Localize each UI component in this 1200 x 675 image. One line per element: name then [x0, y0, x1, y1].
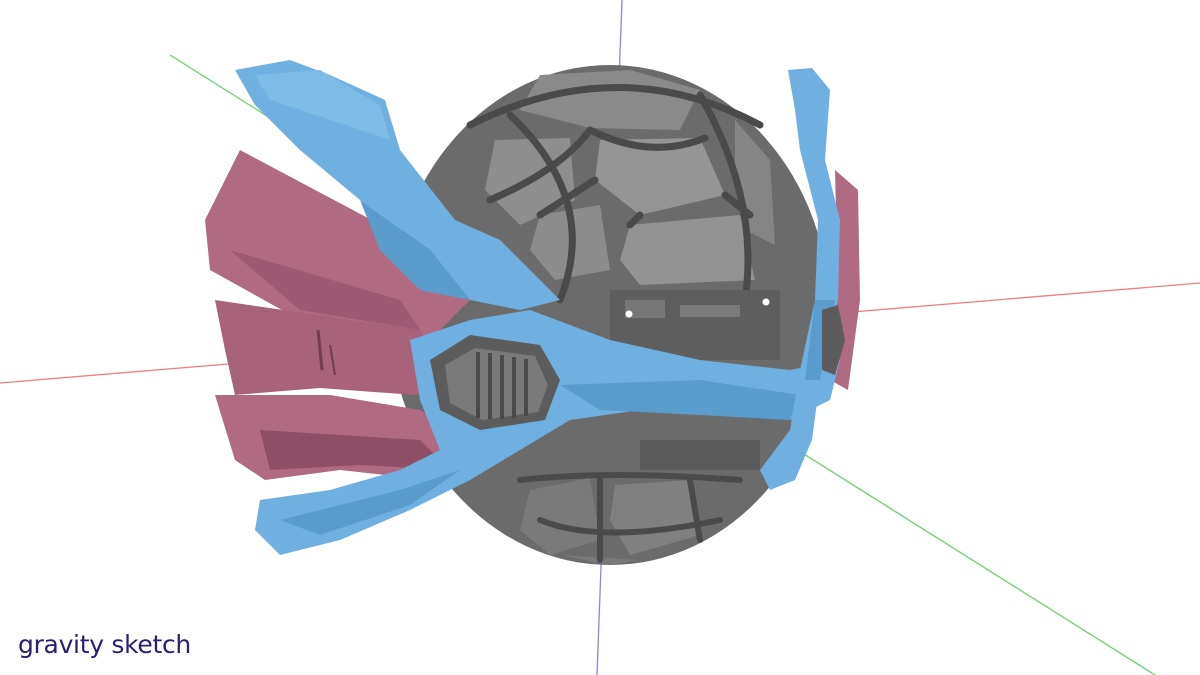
visor-panel-center — [620, 215, 755, 285]
bolt-2 — [762, 298, 770, 306]
helmet-model[interactable] — [205, 60, 860, 565]
3d-viewport[interactable]: gravity sketch — [0, 0, 1200, 675]
mechanical-detail-2 — [680, 305, 740, 317]
mechanical-detail-3 — [640, 440, 760, 470]
bolt-1 — [625, 310, 633, 318]
brand-wordmark: gravity sketch — [18, 630, 191, 659]
helmet-shell[interactable] — [390, 65, 830, 565]
scene-canvas[interactable] — [0, 0, 1200, 675]
